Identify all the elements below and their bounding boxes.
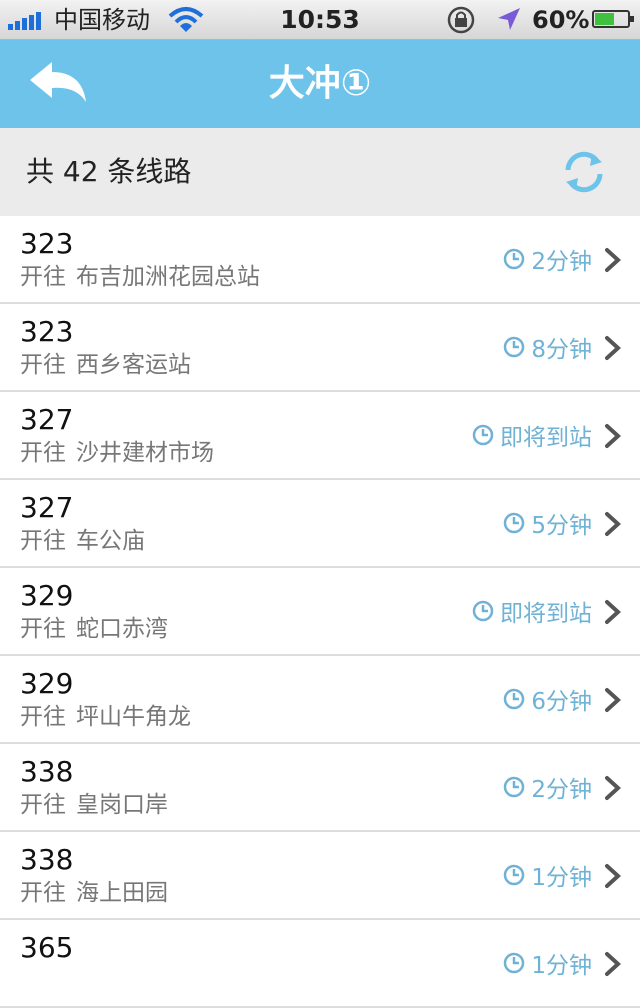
status-bar: 中国移动 10:53 60% — [0, 0, 640, 40]
route-destination: 开往 西乡客运站 — [20, 350, 191, 380]
battery-percent: 60% — [532, 6, 590, 34]
route-row[interactable]: 323 开往 布吉加洲花园总站 2分钟 — [0, 216, 640, 304]
route-destination: 开往 皇岗口岸 — [20, 790, 168, 820]
route-number: 327 — [20, 403, 74, 436]
chevron-right-icon — [605, 776, 621, 800]
chevron-right-icon — [605, 952, 621, 976]
arrival-time: 即将到站 — [472, 392, 592, 478]
route-destination: 开往 坪山牛角龙 — [20, 702, 191, 732]
destination-prefix: 开往 — [20, 440, 66, 466]
destination-prefix: 开往 — [20, 792, 66, 818]
route-destination: 开往 车公庙 — [20, 526, 145, 556]
route-number: 323 — [20, 227, 74, 260]
route-number: 327 — [20, 491, 74, 524]
arrival-time-label: 1分钟 — [531, 865, 592, 891]
route-row[interactable]: 365 1分钟 — [0, 920, 640, 1008]
route-list: 323 开往 布吉加洲花园总站 2分钟 323 开往 西乡客运站 8分钟 327 开往 沙井建材市场… — [0, 216, 640, 1008]
battery-icon — [592, 10, 634, 28]
destination-prefix: 开往 — [20, 264, 66, 290]
destination-prefix: 开往 — [20, 352, 66, 378]
chevron-right-icon — [605, 336, 621, 360]
nav-bar: 大冲① — [0, 40, 640, 128]
rotation-lock-icon — [447, 6, 475, 34]
destination-name: 西乡客运站 — [76, 352, 191, 378]
destination-name: 沙井建材市场 — [76, 440, 214, 466]
arrival-time-label: 6分钟 — [531, 689, 592, 715]
battery-fill — [595, 13, 615, 25]
chevron-right-icon — [605, 424, 621, 448]
route-row[interactable]: 338 开往 皇岗口岸 2分钟 — [0, 744, 640, 832]
route-row[interactable]: 329 开往 蛇口赤湾 即将到站 — [0, 568, 640, 656]
arrival-time-label: 即将到站 — [500, 425, 592, 451]
arrival-time: 5分钟 — [503, 480, 592, 566]
clock-icon — [472, 424, 494, 446]
route-row[interactable]: 327 开往 沙井建材市场 即将到站 — [0, 392, 640, 480]
route-number: 323 — [20, 315, 74, 348]
clock-icon — [504, 688, 525, 710]
arrival-time: 2分钟 — [503, 216, 592, 302]
route-destination: 开往 海上田园 — [20, 878, 168, 908]
chevron-right-icon — [605, 512, 621, 536]
arrival-time: 即将到站 — [472, 568, 592, 654]
page-title: 大冲① — [268, 63, 372, 104]
arrival-time: 6分钟 — [503, 656, 592, 742]
arrival-time-label: 5分钟 — [531, 513, 592, 539]
route-number: 338 — [20, 843, 74, 876]
clock-icon — [472, 600, 494, 622]
route-number: 329 — [20, 667, 74, 700]
arrival-time: 1分钟 — [503, 832, 592, 918]
route-row[interactable]: 329 开往 坪山牛角龙 6分钟 — [0, 656, 640, 744]
route-number: 338 — [20, 755, 74, 788]
clock-icon — [504, 248, 525, 270]
route-number: 329 — [20, 579, 74, 612]
destination-prefix: 开往 — [20, 704, 66, 730]
clock-icon — [504, 512, 525, 534]
destination-name: 蛇口赤湾 — [76, 616, 168, 642]
route-row[interactable]: 338 开往 海上田园 1分钟 — [0, 832, 640, 920]
route-destination: 开往 沙井建材市场 — [20, 438, 214, 468]
route-destination: 开往 布吉加洲花园总站 — [20, 262, 260, 292]
destination-name: 布吉加洲花园总站 — [76, 264, 260, 290]
clock-icon — [504, 864, 525, 886]
refresh-icon[interactable] — [560, 148, 608, 196]
arrival-time-label: 即将到站 — [500, 601, 592, 627]
destination-prefix: 开往 — [20, 880, 66, 906]
chevron-right-icon — [605, 600, 621, 624]
route-destination: 开往 蛇口赤湾 — [20, 614, 168, 644]
route-row[interactable]: 323 开往 西乡客运站 8分钟 — [0, 304, 640, 392]
route-row[interactable]: 327 开往 车公庙 5分钟 — [0, 480, 640, 568]
arrival-time-label: 2分钟 — [531, 777, 592, 803]
destination-name: 车公庙 — [76, 528, 145, 554]
clock-icon — [504, 776, 525, 798]
destination-name: 坪山牛角龙 — [76, 704, 191, 730]
location-arrow-icon — [498, 8, 520, 30]
destination-prefix: 开往 — [20, 616, 66, 642]
arrival-time-label: 8分钟 — [531, 337, 592, 363]
chevron-right-icon — [605, 688, 621, 712]
arrival-time-label: 2分钟 — [531, 249, 592, 275]
destination-prefix: 开往 — [20, 528, 66, 554]
clock-icon — [504, 336, 525, 358]
destination-name: 皇岗口岸 — [76, 792, 168, 818]
destination-name: 海上田园 — [76, 880, 168, 906]
chevron-right-icon — [605, 248, 621, 272]
route-number: 365 — [20, 931, 74, 964]
arrival-time: 1分钟 — [503, 920, 592, 1006]
arrival-time-label: 1分钟 — [531, 953, 592, 979]
chevron-right-icon — [605, 864, 621, 888]
clock-icon — [504, 952, 525, 974]
route-count: 共 42 条线路 — [26, 155, 192, 188]
arrival-time: 2分钟 — [503, 744, 592, 830]
arrival-time: 8分钟 — [503, 304, 592, 390]
route-count-bar: 共 42 条线路 — [0, 128, 640, 216]
